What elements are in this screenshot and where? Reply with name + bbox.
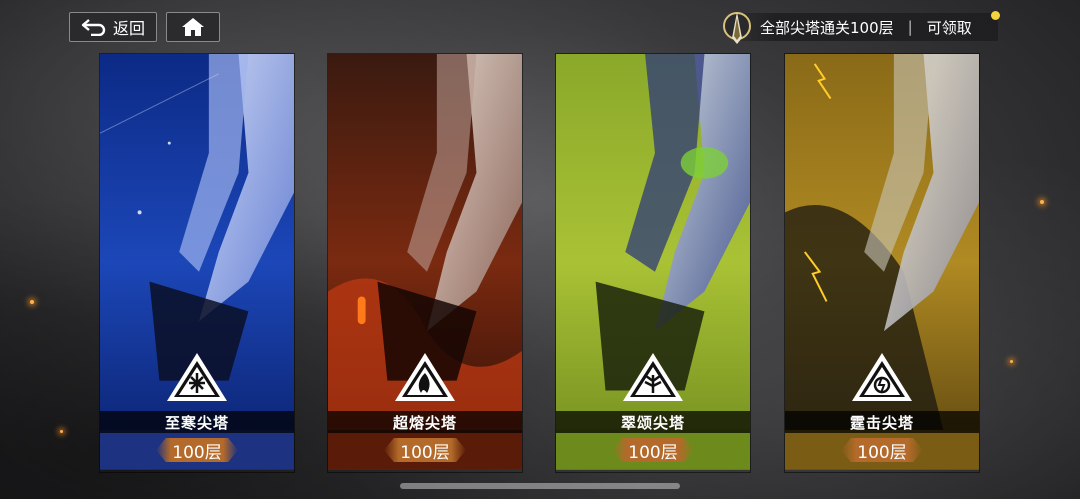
nature-tower-art bbox=[556, 54, 750, 470]
tower-card-fire[interactable]: 超熔尖塔 100层 bbox=[327, 53, 523, 473]
horizontal-scrollbar[interactable] bbox=[400, 483, 680, 489]
tower-card-nature[interactable]: 翠颂尖塔 100层 bbox=[555, 53, 751, 473]
reward-banner[interactable]: 全部尖塔通关100层 | 可领取 bbox=[736, 13, 998, 41]
tower-floor-badge: 100层 bbox=[384, 438, 466, 462]
fire-tower-art bbox=[328, 54, 522, 470]
flame-emblem-icon bbox=[395, 353, 455, 401]
home-button[interactable] bbox=[166, 12, 220, 42]
tower-floor-badge: 100层 bbox=[841, 438, 923, 462]
tower-title: 至寒尖塔 bbox=[100, 411, 294, 433]
back-button[interactable]: 返回 bbox=[69, 12, 157, 42]
notification-dot bbox=[991, 11, 1000, 20]
ember-particle bbox=[1040, 200, 1044, 204]
tower-floor-badge: 100层 bbox=[156, 438, 238, 462]
ice-tower-art bbox=[100, 54, 294, 470]
tower-card-thunder[interactable]: 霆击尖塔 100层 bbox=[784, 53, 980, 473]
tower-title: 翠颂尖塔 bbox=[556, 411, 750, 433]
tower-reward-icon[interactable] bbox=[720, 8, 754, 48]
ember-particle bbox=[30, 300, 34, 304]
back-arrow-icon bbox=[81, 19, 106, 36]
reward-text: 全部尖塔通关100层 bbox=[760, 18, 894, 37]
tower-card-ice[interactable]: 至寒尖塔 100层 bbox=[99, 53, 295, 473]
thunder-emblem-icon bbox=[852, 353, 912, 401]
reward-separator: | bbox=[907, 18, 913, 36]
reward-claim-label: 可领取 bbox=[926, 18, 972, 37]
ember-particle bbox=[60, 430, 63, 433]
tree-emblem-icon bbox=[623, 353, 683, 401]
ember-particle bbox=[1010, 360, 1013, 363]
tower-title: 超熔尖塔 bbox=[328, 411, 522, 433]
back-label: 返回 bbox=[112, 19, 145, 38]
tower-title: 霆击尖塔 bbox=[785, 411, 979, 433]
thunder-tower-art bbox=[785, 54, 979, 470]
home-icon bbox=[182, 18, 204, 36]
frost-emblem-icon bbox=[167, 353, 227, 401]
tower-floor-badge: 100层 bbox=[612, 438, 694, 462]
